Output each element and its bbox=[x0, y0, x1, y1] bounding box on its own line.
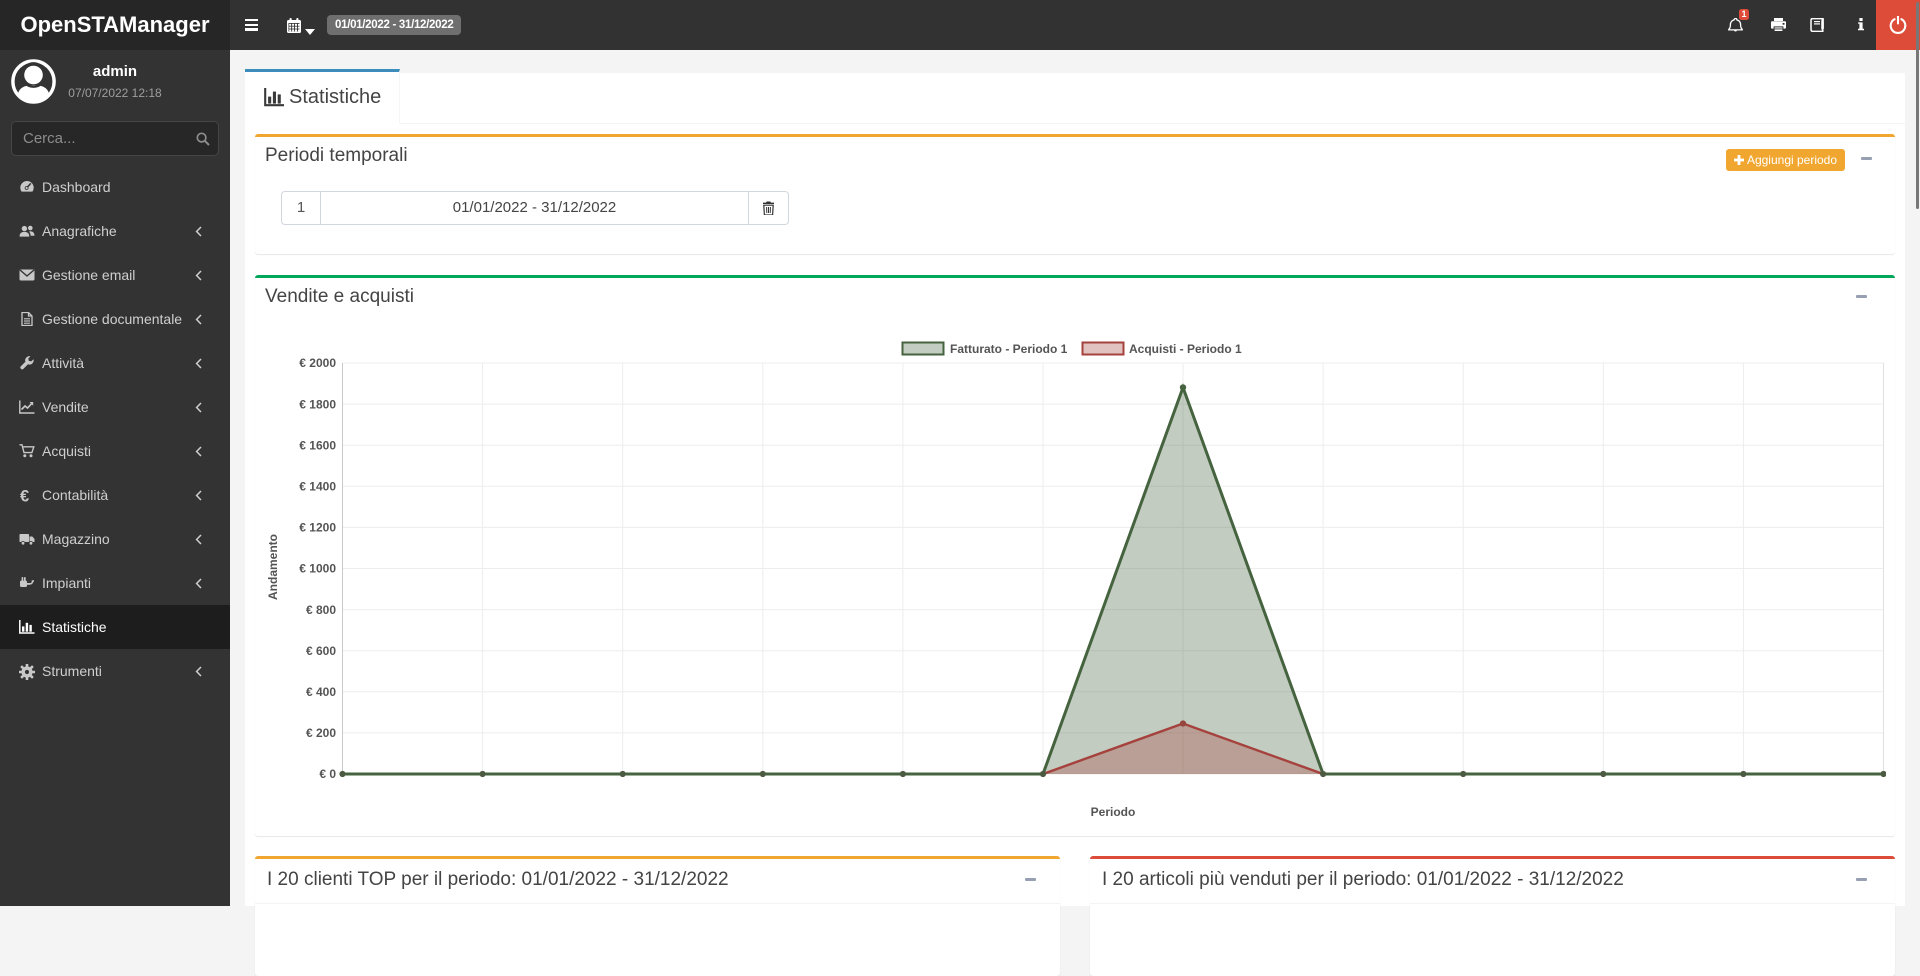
svg-text:Acquisti - Periodo 1: Acquisti - Periodo 1 bbox=[1129, 342, 1242, 356]
svg-text:Periodo: Periodo bbox=[1091, 805, 1136, 819]
svg-text:€ 1800: € 1800 bbox=[299, 397, 336, 411]
svg-text:€ 200: € 200 bbox=[306, 726, 336, 740]
svg-text:€ 2000: € 2000 bbox=[299, 356, 336, 370]
svg-text:Fatturato - Periodo 1: Fatturato - Periodo 1 bbox=[950, 342, 1068, 356]
svg-text:€ 1600: € 1600 bbox=[299, 438, 336, 452]
svg-text:€: € bbox=[20, 488, 29, 502]
svg-text:€ 1000: € 1000 bbox=[299, 562, 336, 576]
svg-text:€ 400: € 400 bbox=[306, 685, 336, 699]
svg-text:€ 600: € 600 bbox=[306, 644, 336, 658]
svg-text:€ 800: € 800 bbox=[306, 603, 336, 617]
svg-text:Andamento: Andamento bbox=[266, 534, 280, 600]
svg-text:€ 1200: € 1200 bbox=[299, 521, 336, 535]
svg-text:€ 0: € 0 bbox=[319, 767, 336, 781]
svg-text:€ 1400: € 1400 bbox=[299, 480, 336, 494]
